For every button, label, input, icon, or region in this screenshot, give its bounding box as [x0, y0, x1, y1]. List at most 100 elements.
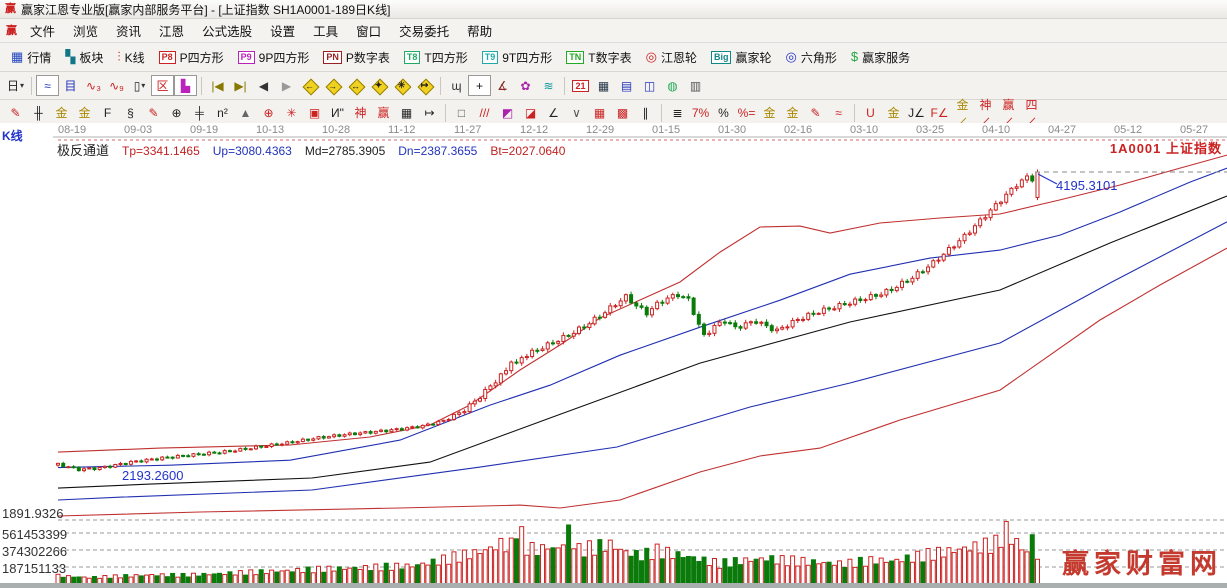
- flower-tool[interactable]: ✿: [514, 75, 537, 96]
- prev-button[interactable]: ◀: [252, 75, 275, 96]
- golden-section-tool[interactable]: 金: [50, 102, 73, 123]
- pan-hand-tool[interactable]: ɰ: [445, 75, 468, 96]
- menu-item-2[interactable]: 资讯: [107, 19, 150, 42]
- web-export-button[interactable]: ◍: [661, 75, 684, 96]
- fan-box-purple-tool[interactable]: ◩: [496, 102, 519, 123]
- cup-tool[interactable]: U: [859, 102, 882, 123]
- ying-grid-tool[interactable]: 赢: [372, 102, 395, 123]
- region-select-button[interactable]: 区: [151, 75, 174, 96]
- 9t-square-button[interactable]: T99T四方形: [475, 47, 560, 68]
- calculator-button[interactable]: ▦: [592, 75, 615, 96]
- pen-bars-tool[interactable]: ✎: [804, 102, 827, 123]
- kline-button[interactable]: ⫶K线: [110, 47, 151, 68]
- golden-ratio-tool[interactable]: 金: [73, 102, 96, 123]
- quote-button[interactable]: ▦行情: [4, 47, 58, 68]
- save-button[interactable]: ◫: [638, 75, 661, 96]
- percent-line-tool[interactable]: %=: [735, 102, 758, 123]
- diamond-expand[interactable]: ↔: [344, 75, 367, 96]
- chart-canvas[interactable]: [0, 123, 1227, 588]
- period-selector[interactable]: 日▾: [4, 75, 27, 96]
- hexagon-button[interactable]: ◎六角形: [778, 47, 843, 68]
- t-number-table-button[interactable]: TNT数字表: [559, 47, 638, 68]
- candle-style-selector[interactable]: ▯▾: [128, 75, 151, 96]
- toolbar-separator: [564, 77, 565, 95]
- crosshair-tool[interactable]: +: [468, 75, 491, 96]
- mirror-fold-tool[interactable]: ▲: [234, 102, 257, 123]
- gann-grid-tool[interactable]: ▦: [588, 102, 611, 123]
- first-page-button[interactable]: |◀: [206, 75, 229, 96]
- winner-wheel-button[interactable]: Big赢家轮: [704, 47, 779, 68]
- t-number-table-button-icon: TN: [566, 51, 584, 64]
- menu-item-6[interactable]: 工具: [304, 19, 347, 42]
- gold-underline-tool[interactable]: 金: [882, 102, 905, 123]
- star-target-tool[interactable]: ✳: [280, 102, 303, 123]
- square-target-tool[interactable]: ▣: [303, 102, 326, 123]
- red-pen-tool[interactable]: ✎: [4, 102, 27, 123]
- diamond-zoom-reset[interactable]: ✳: [390, 75, 413, 96]
- gold-lines-tool-icon: 金: [786, 104, 798, 121]
- ruler-box-tool[interactable]: □: [450, 102, 473, 123]
- gold-circle-tool[interactable]: 金: [758, 102, 781, 123]
- pattern-match-tool[interactable]: ≋: [537, 75, 560, 96]
- gold-angle-tool[interactable]: 金∠: [951, 102, 974, 123]
- price-scale-tool[interactable]: ≣: [666, 102, 689, 123]
- sector-button[interactable]: ▚板块: [58, 47, 110, 68]
- menu-item-3[interactable]: 江恩: [150, 19, 193, 42]
- pc-export-button[interactable]: ▥: [684, 75, 707, 96]
- percent-retrace-tool[interactable]: 7%: [689, 102, 712, 123]
- winner-service-button[interactable]: $赢家服务: [844, 47, 917, 68]
- menu-item-7[interactable]: 窗口: [347, 19, 390, 42]
- ying-angle-tool[interactable]: 赢∠: [997, 102, 1020, 123]
- gann-wheel-button[interactable]: ◎江恩轮: [639, 47, 704, 68]
- parallel-lines-tool[interactable]: ∥: [634, 102, 657, 123]
- menu-item-1[interactable]: 浏览: [64, 19, 107, 42]
- t-square-button[interactable]: T8T四方形: [397, 47, 475, 68]
- j-angle-tool[interactable]: J∠: [905, 102, 928, 123]
- spiral-tool[interactable]: §: [119, 102, 142, 123]
- k9-curve-button[interactable]: ∿₉: [105, 75, 128, 96]
- diamond-compress[interactable]: ✦: [367, 75, 390, 96]
- memo-button[interactable]: ▤: [615, 75, 638, 96]
- wave-v-tool[interactable]: ∨: [565, 102, 588, 123]
- next-button[interactable]: ▶: [275, 75, 298, 96]
- gann-circle-tool[interactable]: ⊕: [257, 102, 280, 123]
- menu-item-9[interactable]: 帮助: [458, 19, 501, 42]
- wave-count-tool[interactable]: И": [326, 102, 349, 123]
- time-circle-tool[interactable]: ⊕: [165, 102, 188, 123]
- extend-line-tool[interactable]: ↦: [418, 102, 441, 123]
- angle-rays-tool[interactable]: ∠: [542, 102, 565, 123]
- f-ratio-tool[interactable]: F: [96, 102, 119, 123]
- shen-grid-tool[interactable]: 神: [349, 102, 372, 123]
- diamond-shift-left[interactable]: ←: [298, 75, 321, 96]
- zigzag-tool[interactable]: ≈: [36, 75, 59, 96]
- color-histogram-button[interactable]: ▙: [174, 75, 197, 96]
- diamond-goto-end[interactable]: ↦: [413, 75, 436, 96]
- angle-measure-tool[interactable]: ∡: [491, 75, 514, 96]
- diamond-shift-right[interactable]: →: [321, 75, 344, 96]
- mark-pen-tool[interactable]: ✎: [142, 102, 165, 123]
- fan-box-red-tool[interactable]: ◪: [519, 102, 542, 123]
- last-page-button[interactable]: ▶|: [229, 75, 252, 96]
- gann-fan-tool[interactable]: ///: [473, 102, 496, 123]
- price-grid-tool[interactable]: ╪: [188, 102, 211, 123]
- menu-item-8[interactable]: 交易委托: [390, 19, 458, 42]
- wave-cross-tool[interactable]: ≈: [827, 102, 850, 123]
- gann-line-tool[interactable]: ╫: [27, 102, 50, 123]
- square-of-nine-tool[interactable]: n²: [211, 102, 234, 123]
- f-angle-tool[interactable]: F∠: [928, 102, 951, 123]
- gann-grid2-tool[interactable]: ▩: [611, 102, 634, 123]
- calendar-button[interactable]: 21: [569, 75, 592, 96]
- si-angle-tool[interactable]: 四∠: [1020, 102, 1043, 123]
- menu-item-4[interactable]: 公式选股: [193, 19, 261, 42]
- p-square-button[interactable]: P8P四方形: [152, 47, 231, 68]
- percent-tool[interactable]: %: [712, 102, 735, 123]
- menu-item-5[interactable]: 设置: [261, 19, 304, 42]
- menu-item-0[interactable]: 文件: [21, 19, 64, 42]
- 9p-square-button[interactable]: P99P四方形: [231, 47, 317, 68]
- k3-curve-button[interactable]: ∿₃: [82, 75, 105, 96]
- grid-123-tool[interactable]: ▦: [395, 102, 418, 123]
- gold-lines-tool[interactable]: 金: [781, 102, 804, 123]
- shen-angle-tool[interactable]: 神∠: [974, 102, 997, 123]
- info-panel-button[interactable]: 目: [59, 75, 82, 96]
- p-number-table-button[interactable]: PNP数字表: [316, 47, 397, 68]
